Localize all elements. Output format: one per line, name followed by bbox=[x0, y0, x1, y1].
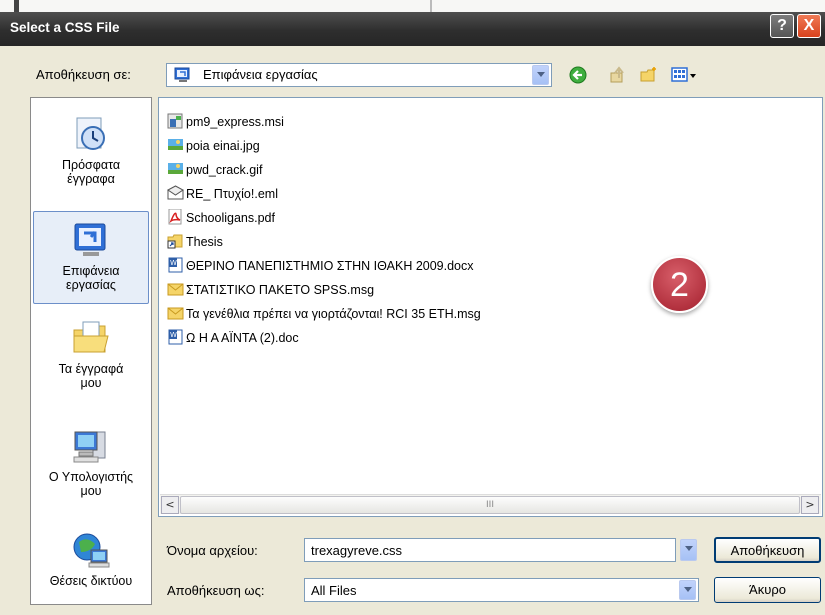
filename-field[interactable]: trexagyreve.css bbox=[304, 538, 676, 562]
list-item[interactable]: Schooligans.pdf bbox=[167, 208, 275, 229]
list-item[interactable]: Τα γενέθλια πρέπει να γιορτάζονται! RCI … bbox=[167, 305, 481, 325]
mail-message-icon bbox=[167, 305, 184, 321]
places-bar: Πρόσφατα έγγραφα Επιφάνεια εργασίας Τα έ… bbox=[30, 97, 152, 605]
file-name: pm9_express.msi bbox=[186, 115, 284, 129]
up-one-level-icon[interactable] bbox=[609, 66, 627, 84]
save-in-dropdown[interactable]: Επιφάνεια εργασίας bbox=[166, 63, 552, 87]
save-as-type-dropdown[interactable]: All Files bbox=[304, 578, 699, 602]
place-label-line2: μου bbox=[80, 376, 102, 390]
file-list[interactable]: pm9_express.msi poia einai.jpg pwd_crack… bbox=[158, 97, 823, 517]
filename-history-chevron-down-icon[interactable] bbox=[680, 539, 697, 561]
place-my-computer[interactable]: Ο Υπολογιστής μου bbox=[33, 426, 149, 521]
scrollbar-thumb[interactable]: III bbox=[180, 496, 800, 514]
mail-message-icon bbox=[167, 281, 184, 297]
save-as-value: All Files bbox=[311, 583, 357, 598]
filename-label: Όνομα αρχείου: bbox=[167, 543, 258, 558]
save-in-label: Αποθήκευση σε: bbox=[36, 67, 131, 82]
file-name: Ω Η Α ΑΪΝΤΑ (2).doc bbox=[186, 331, 299, 345]
place-my-documents[interactable]: Τα έγγραφά μου bbox=[33, 318, 149, 413]
list-item[interactable]: poia einai.jpg bbox=[167, 137, 260, 157]
desktop-icon bbox=[71, 220, 111, 260]
place-desktop[interactable]: Επιφάνεια εργασίας bbox=[33, 211, 149, 304]
file-name: ΘΕΡΙΝΟ ΠΑΝΕΠΙΣΤΗΜΙΟ ΣΤΗΝ ΙΘΑΚΗ 2009.docx bbox=[186, 259, 474, 273]
save-in-value: Επιφάνεια εργασίας bbox=[203, 67, 318, 82]
place-label-line1: Ο Υπολογιστής bbox=[48, 470, 134, 484]
place-recent-documents[interactable]: Πρόσφατα έγγραφα bbox=[33, 114, 149, 204]
place-label-line2: εργασίας bbox=[66, 278, 116, 292]
pdf-icon bbox=[167, 208, 184, 225]
window-title: Select a CSS File bbox=[10, 20, 120, 35]
close-button[interactable]: X bbox=[797, 14, 821, 38]
file-name: Τα γενέθλια πρέπει να γιορτάζονται! RCI … bbox=[186, 307, 481, 321]
scrollbar-grip: III bbox=[486, 500, 494, 510]
file-name: poia einai.jpg bbox=[186, 139, 260, 153]
word-document-icon: W bbox=[167, 329, 184, 345]
save-as-label: Αποθήκευση ως: bbox=[167, 583, 265, 598]
background-window-edge bbox=[14, 0, 19, 12]
list-item[interactable]: W ΘΕΡΙΝΟ ΠΑΝΕΠΙΣΤΗΜΙΟ ΣΤΗΝ ΙΘΑΚΗ 2009.doc… bbox=[167, 257, 474, 277]
place-label-line2: έγγραφα bbox=[67, 172, 115, 186]
svg-text:W: W bbox=[170, 331, 177, 339]
list-item[interactable]: Thesis bbox=[167, 233, 223, 253]
chevron-down-icon[interactable] bbox=[532, 65, 549, 85]
filename-value[interactable]: trexagyreve.css bbox=[311, 543, 402, 558]
email-icon bbox=[167, 185, 184, 201]
folder-shortcut-icon bbox=[167, 233, 184, 249]
list-item[interactable]: RE_ Πτυχίο!.eml bbox=[167, 185, 278, 205]
svg-text:W: W bbox=[170, 259, 177, 267]
chevron-down-icon[interactable] bbox=[679, 580, 696, 600]
place-label-line1: Θέσεις δικτύου bbox=[49, 574, 133, 588]
desktop-icon bbox=[174, 67, 192, 83]
file-name: ΣΤΑΤΙΣΤΙΚΟ ΠΑΚΕΤΟ SPSS.msg bbox=[186, 283, 375, 297]
back-icon[interactable] bbox=[569, 66, 587, 84]
view-menu-icon[interactable] bbox=[671, 66, 697, 84]
place-label-line1: Επιφάνεια bbox=[62, 264, 120, 278]
list-item[interactable]: pm9_express.msi bbox=[167, 113, 284, 133]
image-icon bbox=[167, 137, 184, 153]
place-label-line1: Πρόσφατα bbox=[61, 158, 121, 172]
place-label-line2: μου bbox=[80, 484, 102, 498]
horizontal-scrollbar[interactable]: < III > bbox=[160, 494, 821, 514]
list-item[interactable]: W Ω Η Α ΑΪΝΤΑ (2).doc bbox=[167, 329, 299, 349]
scroll-right-button[interactable]: > bbox=[801, 496, 819, 514]
list-item[interactable]: ΣΤΑΤΙΣΤΙΚΟ ΠΑΚΕΤΟ SPSS.msg bbox=[167, 281, 374, 301]
scroll-left-button[interactable]: < bbox=[161, 496, 179, 514]
cancel-button[interactable]: Άκυρο bbox=[714, 577, 821, 603]
new-folder-icon[interactable] bbox=[640, 66, 658, 84]
image-icon bbox=[167, 161, 184, 177]
background-window-divider bbox=[430, 0, 432, 12]
place-label-line1: Τα έγγραφά bbox=[58, 362, 124, 376]
file-name: Thesis bbox=[186, 235, 223, 249]
file-name: pwd_crack.gif bbox=[186, 163, 263, 177]
step-number-badge: 2 bbox=[651, 256, 708, 313]
word-document-icon: W bbox=[167, 257, 184, 273]
my-documents-icon bbox=[71, 318, 111, 358]
my-computer-icon bbox=[71, 426, 111, 466]
list-item[interactable]: pwd_crack.gif bbox=[167, 161, 262, 181]
save-button[interactable]: Αποθήκευση bbox=[714, 537, 821, 563]
file-name: RE_ Πτυχίο!.eml bbox=[186, 187, 278, 201]
recent-documents-icon bbox=[71, 114, 111, 154]
network-places-icon bbox=[71, 530, 111, 570]
file-name: Schooligans.pdf bbox=[186, 211, 275, 225]
background-window-strip bbox=[0, 0, 825, 12]
help-button[interactable]: ? bbox=[770, 14, 794, 38]
title-bar[interactable] bbox=[0, 12, 825, 46]
place-network-places[interactable]: Θέσεις δικτύου bbox=[33, 530, 149, 600]
installer-icon bbox=[167, 113, 184, 129]
